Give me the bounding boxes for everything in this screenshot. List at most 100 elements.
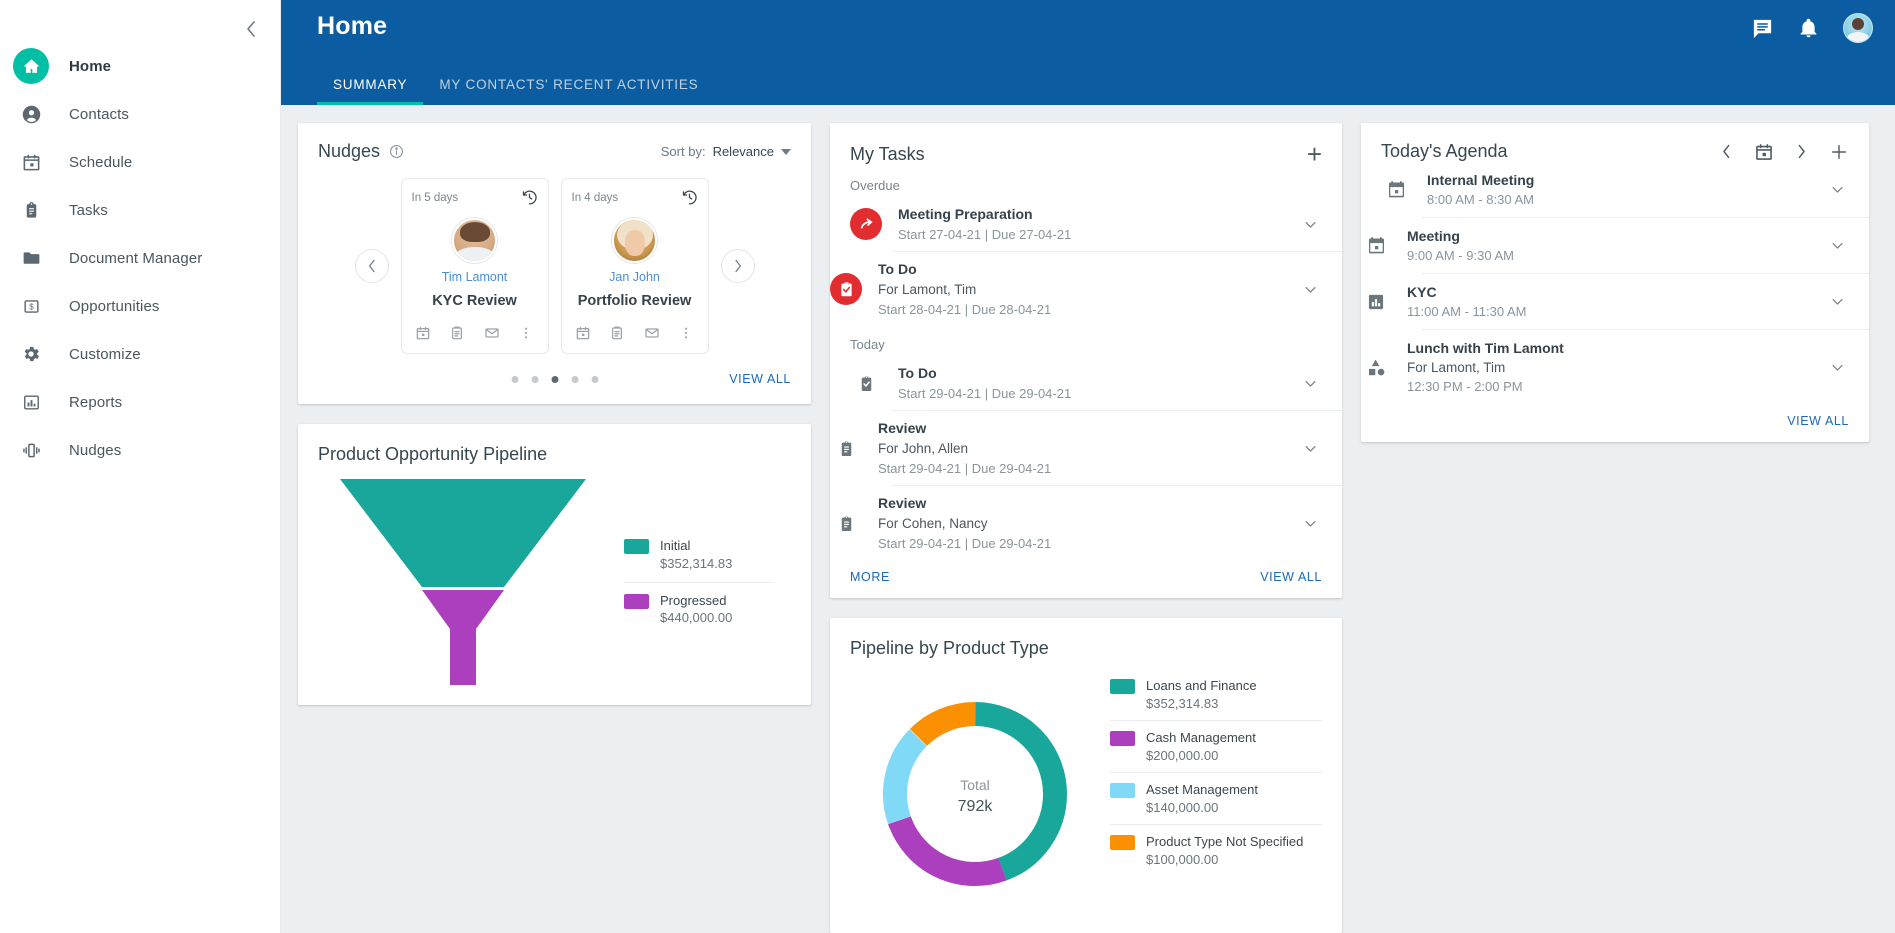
legend-item[interactable]: Asset Management $140,000.00 [1110, 772, 1322, 824]
user-avatar[interactable] [1843, 13, 1873, 43]
agenda-next-day-button[interactable] [1796, 143, 1807, 160]
task-dates: Start 27-04-21 | Due 27-04-21 [898, 227, 1283, 242]
folder-icon [13, 240, 49, 276]
sidebar-collapse-button[interactable] [234, 12, 268, 46]
sidebar: Home Contacts Schedule [0, 0, 281, 933]
more-vertical-icon[interactable] [678, 325, 694, 341]
mail-icon[interactable] [644, 325, 660, 341]
agenda-title: Today's Agenda [1381, 141, 1508, 162]
pagination-dot[interactable] [591, 376, 598, 383]
tab-summary[interactable]: SUMMARY [317, 77, 423, 105]
pagination-dot[interactable] [511, 376, 518, 383]
task-row[interactable]: To Do For Lamont, Tim Start 28-04-21 | D… [892, 251, 1342, 326]
task-body: To Do Start 29-04-21 | Due 29-04-21 [898, 365, 1283, 401]
sidebar-item-nudges[interactable]: Nudges [0, 426, 280, 474]
nudge-card[interactable]: In 5 days Tim Lamont KYC Review [401, 178, 549, 354]
pagination-dot-active[interactable] [551, 376, 558, 383]
agenda-body: Meeting 9:00 AM - 9:30 AM [1407, 228, 1810, 263]
sidebar-item-tasks[interactable]: Tasks [0, 186, 280, 234]
legend-label: Cash Management [1146, 730, 1256, 745]
legend-item[interactable]: Progressed $440,000.00 [624, 582, 774, 636]
agenda-add-button[interactable] [1829, 142, 1849, 162]
my-tasks-footer: MORE VIEW ALL [830, 560, 1342, 598]
task-row[interactable]: Review For John, Allen Start 29-04-21 | … [892, 410, 1342, 485]
sidebar-item-schedule[interactable]: Schedule [0, 138, 280, 186]
clipboard-icon[interactable] [609, 325, 625, 341]
clipboard-icon [13, 192, 49, 228]
sidebar-item-home[interactable]: Home [0, 42, 280, 90]
task-expand-chevron-down-icon[interactable] [1299, 278, 1322, 301]
nudge-card-header: In 5 days [412, 189, 538, 206]
history-icon[interactable] [681, 189, 698, 206]
sidebar-item-contacts[interactable]: Contacts [0, 90, 280, 138]
carousel-pagination-dots [511, 376, 598, 383]
agenda-row[interactable]: Lunch with Tim Lamont For Lamont, Tim 12… [1421, 329, 1869, 404]
funnel-segment-progressed[interactable] [422, 590, 504, 685]
mail-icon[interactable] [484, 325, 500, 341]
nudge-card-header: In 4 days [572, 189, 698, 206]
nudge-contact-name[interactable]: Tim Lamont [412, 270, 538, 284]
legend-swatch [624, 539, 649, 554]
tab-my-contacts-recent-activities[interactable]: MY CONTACTS' RECENT ACTIVITIES [423, 77, 714, 105]
legend-value: $440,000.00 [660, 610, 732, 625]
legend-swatch [624, 594, 649, 609]
messages-icon[interactable] [1751, 17, 1774, 40]
redo-arrow-icon [850, 208, 882, 240]
task-expand-chevron-down-icon[interactable] [1299, 512, 1322, 535]
sidebar-item-document-manager[interactable]: Document Manager [0, 234, 280, 282]
nudge-contact-name[interactable]: Jan John [572, 270, 698, 284]
clipboard-icon [830, 432, 862, 464]
task-expand-chevron-down-icon[interactable] [1299, 372, 1322, 395]
calendar-icon[interactable] [575, 325, 591, 341]
legend-item[interactable]: Product Type Not Specified $100,000.00 [1110, 824, 1322, 876]
add-task-button[interactable]: + [1307, 141, 1322, 167]
task-expand-chevron-down-icon[interactable] [1299, 213, 1322, 236]
task-row[interactable]: Meeting Preparation Start 27-04-21 | Due… [830, 197, 1342, 251]
nudges-next-button[interactable] [721, 249, 755, 283]
donut-chart-body: Total 792k Loans and Finance $352,314.83 [850, 669, 1322, 919]
donut-legend: Loans and Finance $352,314.83 Cash Manag… [1110, 669, 1322, 876]
sidebar-item-opportunities[interactable]: $ Opportunities [0, 282, 280, 330]
funnel-chart-body: Initial $352,314.83 Progressed $440,000.… [318, 477, 791, 687]
nudge-due-label: In 4 days [572, 192, 619, 204]
task-row[interactable]: Review For Cohen, Nancy Start 29-04-21 |… [892, 485, 1342, 560]
sidebar-item-reports[interactable]: Reports [0, 378, 280, 426]
agenda-expand-chevron-down-icon[interactable] [1826, 356, 1849, 379]
nudges-sort-dropdown[interactable]: Sort by: Relevance [661, 144, 791, 159]
clipboard-icon[interactable] [449, 325, 465, 341]
more-vertical-icon[interactable] [518, 325, 534, 341]
info-icon[interactable] [389, 144, 404, 159]
task-row[interactable]: To Do Start 29-04-21 | Due 29-04-21 [830, 356, 1342, 410]
pagination-dot[interactable] [571, 376, 578, 383]
sidebar-item-label: Nudges [69, 442, 121, 459]
task-expand-chevron-down-icon[interactable] [1299, 437, 1322, 460]
agenda-expand-chevron-down-icon[interactable] [1826, 234, 1849, 257]
agenda-calendar-icon[interactable] [1754, 142, 1774, 162]
task-body: Meeting Preparation Start 27-04-21 | Due… [898, 206, 1283, 242]
my-tasks-view-all-link[interactable]: VIEW ALL [1260, 570, 1322, 584]
agenda-row[interactable]: Internal Meeting 8:00 AM - 8:30 AM [1361, 162, 1869, 217]
my-tasks-more-link[interactable]: MORE [850, 570, 890, 584]
agenda-row[interactable]: Meeting 9:00 AM - 9:30 AM [1421, 217, 1869, 273]
agenda-title-text: Internal Meeting [1427, 172, 1534, 188]
agenda-expand-chevron-down-icon[interactable] [1826, 290, 1849, 313]
nudges-view-all-link[interactable]: VIEW ALL [729, 372, 791, 386]
legend-item[interactable]: Loans and Finance $352,314.83 [1110, 669, 1322, 720]
funnel-chart [318, 477, 608, 687]
nudge-card[interactable]: In 4 days Jan John Portfolio Review [561, 178, 709, 354]
sidebar-item-customize[interactable]: Customize [0, 330, 280, 378]
calendar-icon[interactable] [415, 325, 431, 341]
agenda-view-all-link[interactable]: VIEW ALL [1787, 414, 1849, 428]
legend-item[interactable]: Cash Management $200,000.00 [1110, 720, 1322, 772]
funnel-segment-initial[interactable] [340, 479, 586, 587]
nudges-prev-button[interactable] [355, 249, 389, 283]
notifications-bell-icon[interactable] [1798, 17, 1819, 40]
history-icon[interactable] [521, 189, 538, 206]
nudge-actions [572, 325, 698, 341]
pagination-dot[interactable] [531, 376, 538, 383]
agenda-prev-day-button[interactable] [1721, 143, 1732, 160]
legend-item[interactable]: Initial $352,314.83 [624, 528, 774, 581]
agenda-expand-chevron-down-icon[interactable] [1826, 178, 1849, 201]
nudge-card-list: In 5 days Tim Lamont KYC Review [401, 178, 709, 354]
agenda-row[interactable]: KYC 11:00 AM - 11:30 AM [1421, 273, 1869, 329]
